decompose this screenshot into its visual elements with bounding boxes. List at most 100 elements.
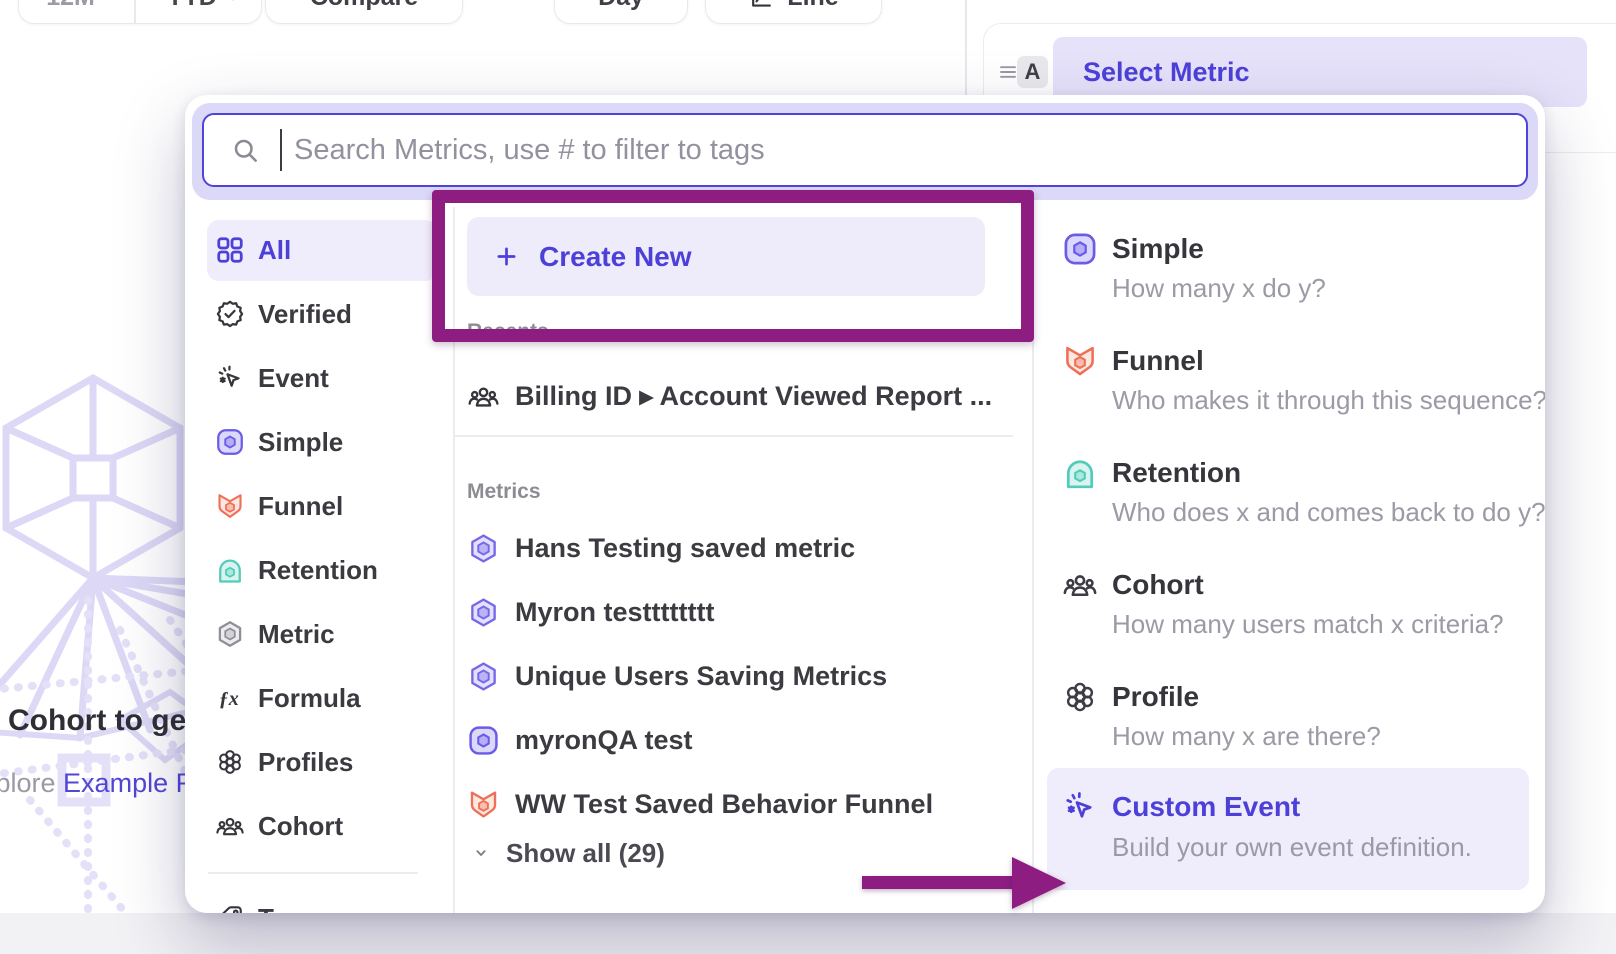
interval-day-label: Day — [598, 0, 644, 12]
segment-divider — [134, 0, 136, 23]
text-cursor — [280, 129, 282, 171]
sidebar-item-label: Formula — [258, 683, 361, 714]
sidebar-item-all[interactable]: All — [215, 233, 291, 267]
interval-day-button[interactable]: Day — [554, 0, 688, 24]
chart-type-line-button[interactable]: Line — [705, 0, 882, 24]
empty-state-wireframe-illustration — [0, 330, 200, 930]
type-custom-event[interactable]: Custom Event Build your own event defini… — [1047, 768, 1529, 890]
chart-type-line-label: Line — [787, 0, 838, 12]
profiles-flower-icon — [1062, 679, 1098, 715]
example-reports-link[interactable]: Example R — [63, 768, 195, 798]
metric-hex-icon — [467, 660, 500, 693]
retention-badge-icon — [215, 555, 245, 585]
sidebar-item-label: Verified — [258, 299, 352, 330]
metric-item-label: Unique Users Saving Metrics — [515, 661, 887, 692]
range-ytd-button[interactable]: YTD — [148, 0, 261, 23]
metric-list-item[interactable]: Unique Users Saving Metrics — [467, 659, 887, 693]
compare-button[interactable]: Compare — [265, 0, 463, 24]
range-12m-label: 12M — [46, 0, 95, 12]
sidebar-section-divider — [208, 872, 418, 874]
metric-hex-icon — [467, 596, 500, 629]
metric-search-field[interactable] — [202, 113, 1528, 187]
metric-list-item[interactable]: WW Test Saved Behavior Funnel — [467, 787, 933, 821]
simple-badge-icon — [215, 427, 245, 457]
simple-badge-icon — [1062, 231, 1098, 267]
metric-row-badge: A — [1017, 56, 1048, 88]
search-input[interactable] — [292, 133, 1526, 168]
range-12m-button[interactable]: 12M — [19, 0, 122, 23]
sidebar-item-retention[interactable]: Retention — [215, 553, 378, 587]
metric-list-item[interactable]: myronQA test — [467, 723, 693, 757]
sidebar-item-label: Profiles — [258, 747, 353, 778]
retention-badge-icon — [1062, 455, 1098, 491]
chevron-down-icon — [224, 0, 242, 7]
type-description: Who makes it through this sequence? — [1112, 384, 1545, 417]
formula-icon: ƒx — [215, 683, 245, 713]
sidebar-item-label: Metric — [258, 619, 335, 650]
metrics-section-label: Metrics — [467, 480, 541, 504]
metric-item-label: Myron testttttttt — [515, 597, 714, 628]
empty-state-subline-fragment: xplore — [0, 768, 63, 798]
sidebar-item-label: All — [258, 235, 291, 266]
type-name: Profile — [1112, 679, 1199, 715]
search-icon — [230, 135, 260, 165]
metric-badge-icon — [215, 619, 245, 649]
metric-row-badge-label: A — [1025, 59, 1041, 85]
sidebar-item-event[interactable]: Event — [215, 361, 329, 395]
grid-icon — [215, 235, 245, 265]
svg-text:ƒx: ƒx — [219, 688, 239, 710]
funnel-badge-icon — [1062, 343, 1098, 379]
metric-item-label: WW Test Saved Behavior Funnel — [515, 789, 933, 820]
sidebar-item-label: Cohort — [258, 811, 343, 842]
type-name: Funnel — [1112, 343, 1204, 379]
annotation-arrow-head — [1012, 857, 1066, 909]
sidebar-item-label: Event — [258, 363, 329, 394]
sidebar-item-funnel[interactable]: Funnel — [215, 489, 343, 523]
sidebar-item-label: T — [258, 903, 274, 914]
sidebar-item-metric[interactable]: Metric — [215, 617, 335, 651]
date-range-segmented-control: 12M YTD — [18, 0, 262, 24]
metric-item-label: myronQA test — [515, 725, 693, 756]
sidebar-item-label: Retention — [258, 555, 378, 586]
tag-icon — [215, 903, 245, 913]
compare-label: Compare — [310, 0, 418, 12]
empty-state-subline: xplore Example R — [0, 768, 195, 799]
type-name: Simple — [1112, 231, 1204, 267]
sidebar-item-label: Simple — [258, 427, 343, 458]
sidebar-item-label: Funnel — [258, 491, 343, 522]
funnel-badge-icon — [467, 788, 500, 821]
profiles-flower-icon — [215, 747, 245, 777]
range-ytd-label: YTD — [167, 0, 217, 12]
show-all-label: Show all (29) — [506, 838, 665, 869]
simple-badge-icon — [467, 724, 500, 757]
sidebar-item-cohort[interactable]: Cohort — [215, 809, 343, 843]
type-name: Retention — [1112, 455, 1241, 491]
annotation-arrow — [862, 876, 1014, 889]
type-description: Build your own event definition. — [1112, 831, 1472, 864]
recents-metrics-divider — [455, 435, 1013, 437]
empty-state-headline-fragment: r Cohort to ge — [0, 704, 186, 738]
recent-item-label: Billing ID ▸ Account Viewed Report ... — [515, 381, 992, 412]
sidebar-item-partial[interactable]: T — [215, 901, 274, 913]
custom-event-icon — [1062, 789, 1098, 825]
type-name: Custom Event — [1112, 789, 1300, 825]
annotation-highlight-box — [432, 190, 1034, 342]
type-description: How many x do y? — [1112, 272, 1326, 305]
cohort-people-icon — [215, 811, 245, 841]
type-description: Who does x and comes back to do y? — [1112, 496, 1545, 529]
recent-item[interactable]: Billing ID ▸ Account Viewed Report ... — [467, 379, 992, 413]
sidebar-item-simple[interactable]: Simple — [215, 425, 343, 459]
cohort-people-icon — [467, 380, 500, 413]
select-metric-label: Select Metric — [1083, 57, 1250, 88]
sidebar-item-verified[interactable]: Verified — [215, 297, 352, 331]
metric-hex-icon — [467, 532, 500, 565]
metric-list-item[interactable]: Myron testttttttt — [467, 595, 714, 629]
chevron-down-icon — [470, 842, 492, 864]
funnel-badge-icon — [215, 491, 245, 521]
sidebar-item-profiles[interactable]: Profiles — [215, 745, 353, 779]
show-all-toggle[interactable]: Show all (29) — [470, 838, 665, 868]
metric-list-item[interactable]: Hans Testing saved metric — [467, 531, 855, 565]
line-chart-icon — [748, 0, 775, 11]
verified-seal-icon — [215, 299, 245, 329]
sidebar-item-formula[interactable]: ƒx Formula — [215, 681, 361, 715]
